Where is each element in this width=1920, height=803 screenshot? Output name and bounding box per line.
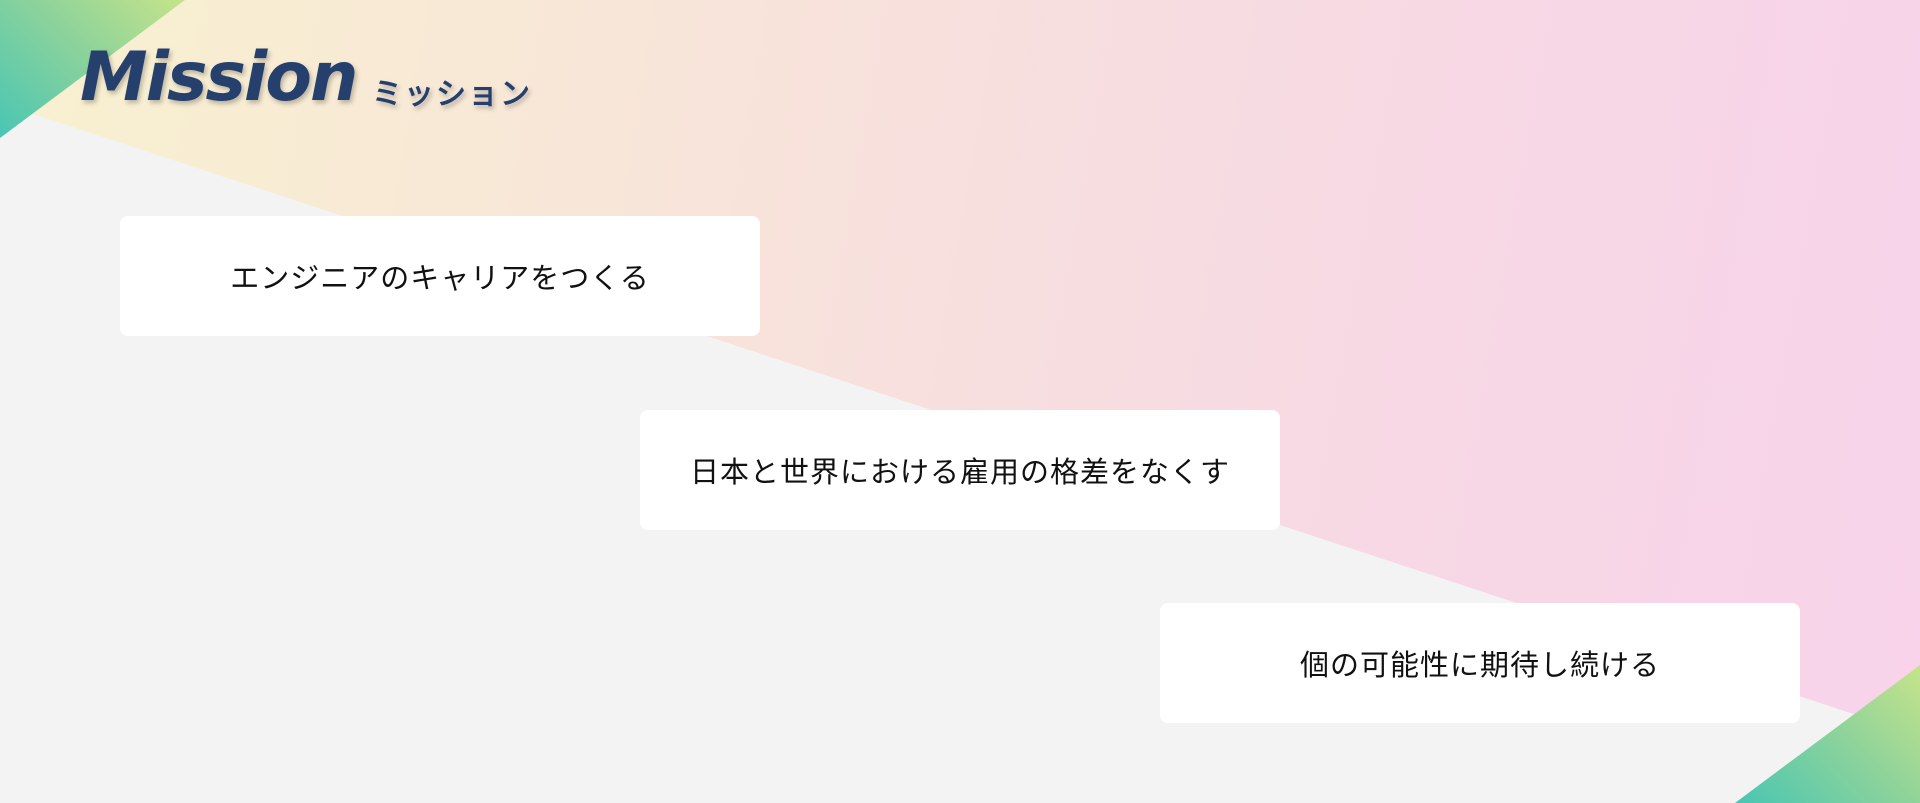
mission-card-text: エンジニアのキャリアをつくる [230, 261, 650, 295]
mission-card-text: 個の可能性に期待し続ける [1299, 648, 1660, 682]
page-subtitle: ミッション [372, 77, 532, 112]
mission-card-2: 日本と世界における雇用の格差をなくす [640, 410, 1280, 530]
mission-card-text: 日本と世界における雇用の格差をなくす [689, 455, 1230, 489]
page-title: Mission [80, 38, 358, 117]
mission-card-3: 個の可能性に期待し続ける [1160, 603, 1800, 723]
mission-card-1: エンジニアのキャリアをつくる [120, 216, 760, 336]
